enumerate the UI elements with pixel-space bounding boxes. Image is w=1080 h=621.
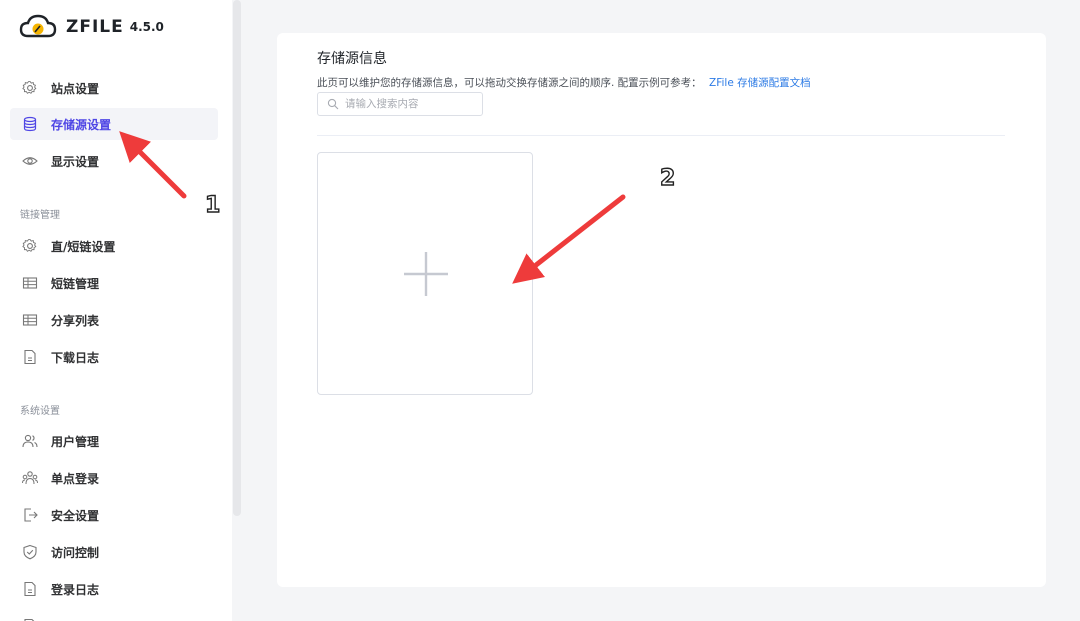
sidebar-item-label: 访问控制 — [51, 545, 100, 560]
sidebar-item-label: 显示设置 — [51, 154, 100, 169]
sidebar-item-site-settings[interactable]: 站点设置 — [10, 72, 218, 104]
document-icon — [21, 617, 39, 621]
users-icon — [21, 432, 39, 450]
cloud-logo-icon — [19, 14, 57, 38]
table-icon — [21, 274, 39, 292]
brand-name: ZFILE — [66, 17, 124, 37]
add-storage-card[interactable] — [317, 152, 533, 395]
annotation-number-2: 2 — [659, 165, 676, 191]
sidebar-item-security-settings[interactable]: 安全设置 — [10, 499, 218, 531]
database-icon — [21, 115, 39, 133]
sidebar-item-access-control[interactable]: 访问控制 — [10, 536, 218, 568]
sidebar-item-short-link-management[interactable]: 短链管理 — [10, 267, 218, 299]
sidebar-item-label: 直/短链设置 — [51, 239, 116, 254]
sidebar-item-user-management[interactable]: 用户管理 — [10, 425, 218, 457]
sidebar-item-label: 安全设置 — [51, 508, 100, 523]
sidebar-item-display-settings[interactable]: 显示设置 — [10, 145, 218, 177]
storage-doc-link[interactable]: ZFile 存储源配置文档 — [709, 77, 811, 89]
storage-panel: 存储源信息 此页可以维护您的存储源信息，可以拖动交换存储源之间的顺序. 配置示例… — [277, 33, 1046, 587]
gear-icon — [21, 79, 39, 97]
sidebar-item-link-settings[interactable]: 直/短链设置 — [10, 230, 218, 262]
section-label-links: 链接管理 — [20, 210, 60, 221]
page-title: 存储源信息 — [317, 51, 387, 67]
user-group-icon — [21, 469, 39, 487]
sidebar-item-label: 存储源设置 — [51, 117, 112, 132]
eye-icon — [21, 152, 39, 170]
document-icon — [21, 348, 39, 366]
logout-icon — [21, 506, 39, 524]
sidebar-item-label: 下载日志 — [51, 350, 100, 365]
search-icon — [327, 98, 339, 110]
sidebar-item-login-log[interactable]: 登录日志 — [10, 573, 218, 605]
plus-icon — [404, 252, 448, 296]
sidebar-item-label: 短链管理 — [51, 276, 100, 291]
shield-check-icon — [21, 543, 39, 561]
sidebar: ZFILE 4.5.0 站点设置 存储源设置 显示设置 链接管理 直/短链设置 … — [0, 0, 232, 621]
sidebar-item-label: 单点登录 — [51, 471, 100, 486]
app-logo[interactable]: ZFILE 4.5.0 — [18, 12, 164, 42]
section-label-system: 系统设置 — [20, 406, 60, 417]
document-icon — [21, 580, 39, 598]
search-box[interactable] — [317, 92, 483, 116]
sidebar-item-download-log[interactable]: 下载日志 — [10, 341, 218, 373]
sidebar-item-sso[interactable]: 单点登录 — [10, 462, 218, 494]
annotation-number-1: 1 — [204, 192, 221, 218]
sidebar-item-share-list[interactable]: 分享列表 — [10, 304, 218, 336]
sidebar-item-storage-settings[interactable]: 存储源设置 — [10, 108, 218, 140]
search-input[interactable] — [345, 98, 475, 110]
sidebar-item-partial[interactable] — [10, 610, 218, 621]
sidebar-item-label: 分享列表 — [51, 313, 100, 328]
sidebar-item-label: 站点设置 — [51, 81, 100, 96]
sidebar-item-label: 用户管理 — [51, 434, 100, 449]
table-icon — [21, 311, 39, 329]
gear-icon — [21, 237, 39, 255]
sidebar-scrollbar[interactable] — [233, 0, 241, 516]
page-description: 此页可以维护您的存储源信息，可以拖动交换存储源之间的顺序. 配置示例可参考： Z… — [317, 75, 811, 90]
app-version: 4.5.0 — [129, 20, 164, 34]
sidebar-item-label: 登录日志 — [51, 582, 100, 597]
description-text: 此页可以维护您的存储源信息，可以拖动交换存储源之间的顺序. 配置示例可参考： — [317, 77, 702, 89]
divider — [317, 135, 1005, 136]
